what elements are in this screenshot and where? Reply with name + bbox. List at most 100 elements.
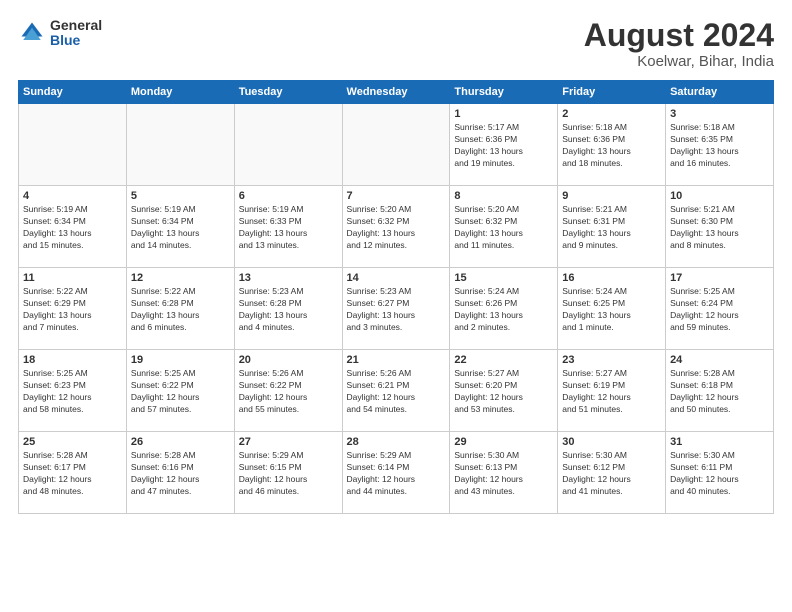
calendar-cell: 24 Sunrise: 5:28 AM Sunset: 6:18 PM Dayli… [666, 350, 774, 432]
calendar-cell: 25 Sunrise: 5:28 AM Sunset: 6:17 PM Dayli… [19, 432, 127, 514]
calendar-cell: 20 Sunrise: 5:26 AM Sunset: 6:22 PM Dayli… [234, 350, 342, 432]
week-row-3: 18 Sunrise: 5:25 AM Sunset: 6:23 PM Dayli… [19, 350, 774, 432]
day-info: Sunrise: 5:26 AM Sunset: 6:22 PM Dayligh… [239, 368, 338, 416]
header-day-saturday: Saturday [666, 81, 774, 104]
week-row-2: 11Sunrise: 5:22 AM Sunset: 6:29 PM Dayli… [19, 268, 774, 350]
day-info: Sunrise: 5:20 AM Sunset: 6:32 PM Dayligh… [454, 204, 553, 252]
day-info: Sunrise: 5:28 AM Sunset: 6:16 PM Dayligh… [131, 450, 230, 498]
calendar-cell [234, 104, 342, 186]
calendar-cell: 17Sunrise: 5:25 AM Sunset: 6:24 PM Dayli… [666, 268, 774, 350]
day-info: Sunrise: 5:25 AM Sunset: 6:23 PM Dayligh… [23, 368, 122, 416]
day-number: 29 [454, 436, 553, 448]
week-row-1: 4 Sunrise: 5:19 AM Sunset: 6:34 PM Daylig… [19, 186, 774, 268]
day-number: 27 [239, 436, 338, 448]
day-info: Sunrise: 5:28 AM Sunset: 6:17 PM Dayligh… [23, 450, 122, 498]
header-day-wednesday: Wednesday [342, 81, 450, 104]
calendar-cell: 11Sunrise: 5:22 AM Sunset: 6:29 PM Dayli… [19, 268, 127, 350]
header-day-monday: Monday [126, 81, 234, 104]
day-info: Sunrise: 5:28 AM Sunset: 6:18 PM Dayligh… [670, 368, 769, 416]
calendar-cell: 12Sunrise: 5:22 AM Sunset: 6:28 PM Dayli… [126, 268, 234, 350]
calendar-cell: 31Sunrise: 5:30 AM Sunset: 6:11 PM Dayli… [666, 432, 774, 514]
day-info: Sunrise: 5:27 AM Sunset: 6:19 PM Dayligh… [562, 368, 661, 416]
calendar-cell: 1Sunrise: 5:17 AM Sunset: 6:36 PM Daylig… [450, 104, 558, 186]
day-number: 17 [670, 272, 769, 284]
header-day-sunday: Sunday [19, 81, 127, 104]
day-number: 26 [131, 436, 230, 448]
calendar-cell: 5 Sunrise: 5:19 AM Sunset: 6:34 PM Daylig… [126, 186, 234, 268]
day-number: 7 [347, 190, 446, 202]
day-number: 11 [23, 272, 122, 284]
header-row: SundayMondayTuesdayWednesdayThursdayFrid… [19, 81, 774, 104]
title-block: August 2024 Koelwar, Bihar, India [584, 18, 774, 70]
day-number: 4 [23, 190, 122, 202]
day-info: Sunrise: 5:19 AM Sunset: 6:34 PM Dayligh… [131, 204, 230, 252]
calendar-cell: 7 Sunrise: 5:20 AM Sunset: 6:32 PM Daylig… [342, 186, 450, 268]
calendar-cell: 28 Sunrise: 5:29 AM Sunset: 6:14 PM Dayli… [342, 432, 450, 514]
day-number: 22 [454, 354, 553, 366]
day-number: 24 [670, 354, 769, 366]
day-number: 8 [454, 190, 553, 202]
calendar-cell: 3 Sunrise: 5:18 AM Sunset: 6:35 PM Daylig… [666, 104, 774, 186]
day-number: 14 [347, 272, 446, 284]
calendar-cell: 4 Sunrise: 5:19 AM Sunset: 6:34 PM Daylig… [19, 186, 127, 268]
day-number: 1 [454, 108, 553, 120]
day-info: Sunrise: 5:30 AM Sunset: 6:11 PM Dayligh… [670, 450, 769, 498]
logo-text: General Blue [50, 18, 102, 49]
day-number: 18 [23, 354, 122, 366]
calendar-cell: 16Sunrise: 5:24 AM Sunset: 6:25 PM Dayli… [558, 268, 666, 350]
header-day-friday: Friday [558, 81, 666, 104]
calendar-cell: 10 Sunrise: 5:21 AM Sunset: 6:30 PM Dayli… [666, 186, 774, 268]
main-title: August 2024 [584, 18, 774, 53]
day-info: Sunrise: 5:25 AM Sunset: 6:22 PM Dayligh… [131, 368, 230, 416]
day-number: 5 [131, 190, 230, 202]
day-number: 10 [670, 190, 769, 202]
day-info: Sunrise: 5:24 AM Sunset: 6:25 PM Dayligh… [562, 286, 661, 334]
day-info: Sunrise: 5:30 AM Sunset: 6:12 PM Dayligh… [562, 450, 661, 498]
calendar-cell [126, 104, 234, 186]
calendar-cell: 18 Sunrise: 5:25 AM Sunset: 6:23 PM Dayli… [19, 350, 127, 432]
day-number: 28 [347, 436, 446, 448]
logo: General Blue [18, 18, 102, 49]
header: General Blue August 2024 Koelwar, Bihar,… [18, 18, 774, 70]
day-number: 25 [23, 436, 122, 448]
day-number: 20 [239, 354, 338, 366]
calendar-cell: 22Sunrise: 5:27 AM Sunset: 6:20 PM Dayli… [450, 350, 558, 432]
day-number: 6 [239, 190, 338, 202]
calendar-cell: 21Sunrise: 5:26 AM Sunset: 6:21 PM Dayli… [342, 350, 450, 432]
week-row-0: 1Sunrise: 5:17 AM Sunset: 6:36 PM Daylig… [19, 104, 774, 186]
calendar-cell: 26 Sunrise: 5:28 AM Sunset: 6:16 PM Dayli… [126, 432, 234, 514]
day-info: Sunrise: 5:29 AM Sunset: 6:14 PM Dayligh… [347, 450, 446, 498]
day-info: Sunrise: 5:19 AM Sunset: 6:34 PM Dayligh… [23, 204, 122, 252]
calendar-cell: 8 Sunrise: 5:20 AM Sunset: 6:32 PM Daylig… [450, 186, 558, 268]
day-info: Sunrise: 5:26 AM Sunset: 6:21 PM Dayligh… [347, 368, 446, 416]
calendar-cell: 9 Sunrise: 5:21 AM Sunset: 6:31 PM Daylig… [558, 186, 666, 268]
day-number: 3 [670, 108, 769, 120]
day-info: Sunrise: 5:29 AM Sunset: 6:15 PM Dayligh… [239, 450, 338, 498]
calendar: SundayMondayTuesdayWednesdayThursdayFrid… [18, 80, 774, 514]
calendar-cell: 6Sunrise: 5:19 AM Sunset: 6:33 PM Daylig… [234, 186, 342, 268]
calendar-cell [342, 104, 450, 186]
header-day-thursday: Thursday [450, 81, 558, 104]
subtitle: Koelwar, Bihar, India [584, 53, 774, 70]
logo-blue: Blue [50, 33, 102, 48]
calendar-cell [19, 104, 127, 186]
calendar-cell: 30 Sunrise: 5:30 AM Sunset: 6:12 PM Dayli… [558, 432, 666, 514]
day-info: Sunrise: 5:21 AM Sunset: 6:31 PM Dayligh… [562, 204, 661, 252]
calendar-cell: 13Sunrise: 5:23 AM Sunset: 6:28 PM Dayli… [234, 268, 342, 350]
calendar-body: 1Sunrise: 5:17 AM Sunset: 6:36 PM Daylig… [19, 104, 774, 514]
day-number: 23 [562, 354, 661, 366]
day-info: Sunrise: 5:18 AM Sunset: 6:35 PM Dayligh… [670, 122, 769, 170]
day-info: Sunrise: 5:18 AM Sunset: 6:36 PM Dayligh… [562, 122, 661, 170]
calendar-cell: 29Sunrise: 5:30 AM Sunset: 6:13 PM Dayli… [450, 432, 558, 514]
day-info: Sunrise: 5:21 AM Sunset: 6:30 PM Dayligh… [670, 204, 769, 252]
logo-general: General [50, 18, 102, 33]
calendar-cell: 15Sunrise: 5:24 AM Sunset: 6:26 PM Dayli… [450, 268, 558, 350]
day-number: 12 [131, 272, 230, 284]
day-info: Sunrise: 5:24 AM Sunset: 6:26 PM Dayligh… [454, 286, 553, 334]
calendar-cell: 14Sunrise: 5:23 AM Sunset: 6:27 PM Dayli… [342, 268, 450, 350]
day-number: 30 [562, 436, 661, 448]
day-info: Sunrise: 5:23 AM Sunset: 6:28 PM Dayligh… [239, 286, 338, 334]
day-number: 9 [562, 190, 661, 202]
calendar-header: SundayMondayTuesdayWednesdayThursdayFrid… [19, 81, 774, 104]
day-info: Sunrise: 5:20 AM Sunset: 6:32 PM Dayligh… [347, 204, 446, 252]
